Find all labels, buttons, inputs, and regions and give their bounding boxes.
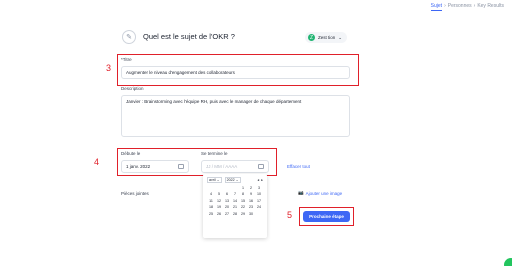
calendar-day xyxy=(223,186,231,190)
annotation-4: 4 xyxy=(94,157,100,167)
calendar-day[interactable]: 26 xyxy=(215,212,223,216)
calendar-day[interactable]: 9 xyxy=(247,192,255,196)
next-step-button[interactable]: Prochaine étape xyxy=(303,211,350,222)
calendar-day[interactable]: 23 xyxy=(247,205,255,209)
calendar-day[interactable]: 20 xyxy=(223,205,231,209)
calendar-day[interactable]: 7 xyxy=(231,192,239,196)
calendar-day[interactable]: 10 xyxy=(255,192,263,196)
chevron-down-icon: ⌄ xyxy=(338,34,343,40)
calendar-day[interactable]: 19 xyxy=(215,205,223,209)
calendar-day xyxy=(255,212,263,216)
step-personnes[interactable]: Personnes xyxy=(448,3,472,11)
title-label: *Titre xyxy=(121,57,132,62)
calendar-day[interactable]: 6 xyxy=(223,192,231,196)
calendar-day[interactable]: 24 xyxy=(255,205,263,209)
chat-widget[interactable] xyxy=(504,258,512,266)
calendar-icon[interactable] xyxy=(178,164,184,169)
calendar-day[interactable]: 21 xyxy=(231,205,239,209)
calendar-day[interactable]: 1 xyxy=(239,186,247,190)
calendar-icon[interactable] xyxy=(258,164,264,169)
calendar-day[interactable]: 13 xyxy=(223,199,231,203)
end-date-label: Se termine le xyxy=(201,151,228,156)
step-separator: › xyxy=(444,3,446,9)
description-label: Description xyxy=(121,86,144,91)
annotation-5: 5 xyxy=(287,210,293,220)
calendar-day[interactable]: 15 xyxy=(239,199,247,203)
calendar-day xyxy=(207,186,215,190)
calendar-day[interactable]: 12 xyxy=(215,199,223,203)
start-date-label: Débute le xyxy=(121,151,141,156)
calendar-day[interactable]: 5 xyxy=(215,192,223,196)
owner-name: Zest tion xyxy=(318,35,336,40)
calendar-day xyxy=(215,186,223,190)
calendar-day[interactable]: 4 xyxy=(207,192,215,196)
month-select[interactable]: avril ⌄ xyxy=(207,177,222,183)
camera-icon: 📷 xyxy=(298,190,304,195)
title-input[interactable]: Augmenter le niveau d'engagement des col… xyxy=(121,66,350,79)
page-title: Quel est le sujet de l'OKR ? xyxy=(143,32,235,41)
add-image-label: Ajouter une image xyxy=(305,190,343,196)
calendar-day xyxy=(231,186,239,190)
calendar-day[interactable]: 30 xyxy=(247,212,255,216)
owner-avatar: Z xyxy=(308,34,315,41)
calendar-day[interactable]: 25 xyxy=(207,212,215,216)
next-month-icon[interactable]: ▸ xyxy=(261,178,263,182)
annotation-3: 3 xyxy=(106,63,112,73)
calendar-day[interactable]: 27 xyxy=(223,212,231,216)
calendar-day[interactable]: 2 xyxy=(247,186,255,190)
step-separator: › xyxy=(473,3,476,9)
calendar-day[interactable]: 14 xyxy=(231,199,239,203)
calendar-days: 1 2 3 4 5 6 7 8 9 10 11 12 13 14 15 16 17 18 19 20 21 22 23 24 2… xyxy=(207,186,263,216)
date-picker-popup: avril ⌄ 2022 ⌄ ◂ ▸ 1 2 3 4 5 6 7 8 9 10 11 12 13 14 15… xyxy=(203,174,267,238)
calendar-day[interactable]: 22 xyxy=(239,205,247,209)
pencil-icon[interactable]: ✎ xyxy=(122,30,136,44)
calendar-day[interactable]: 16 xyxy=(247,199,255,203)
step-breadcrumb: Sujet › Personnes › Key Results xyxy=(430,3,504,11)
calendar-day[interactable]: 3 xyxy=(255,186,263,190)
clear-all-link[interactable]: Effacer tout xyxy=(287,164,310,169)
calendar-day[interactable]: 8 xyxy=(239,192,247,196)
calendar-day[interactable]: 28 xyxy=(231,212,239,216)
year-select[interactable]: 2022 ⌄ xyxy=(224,177,241,183)
step-key-results[interactable]: Key Results xyxy=(477,3,504,11)
add-image-button[interactable]: 📷 Ajouter une image xyxy=(298,190,342,196)
attachments-label: Pièces jointes xyxy=(121,191,149,196)
calendar-day[interactable]: 29 xyxy=(239,212,247,216)
prev-month-icon[interactable]: ◂ xyxy=(257,178,259,182)
calendar-day[interactable]: 17 xyxy=(255,199,263,203)
calendar-day[interactable]: 11 xyxy=(207,199,215,203)
owner-selector[interactable]: Z Zest tion ⌄ xyxy=(305,32,348,43)
calendar-day[interactable]: 18 xyxy=(207,205,215,209)
step-sujet[interactable]: Sujet xyxy=(430,3,443,11)
description-textarea[interactable]: Janvier : Brainstorming avec l'équipe RH… xyxy=(121,95,350,137)
